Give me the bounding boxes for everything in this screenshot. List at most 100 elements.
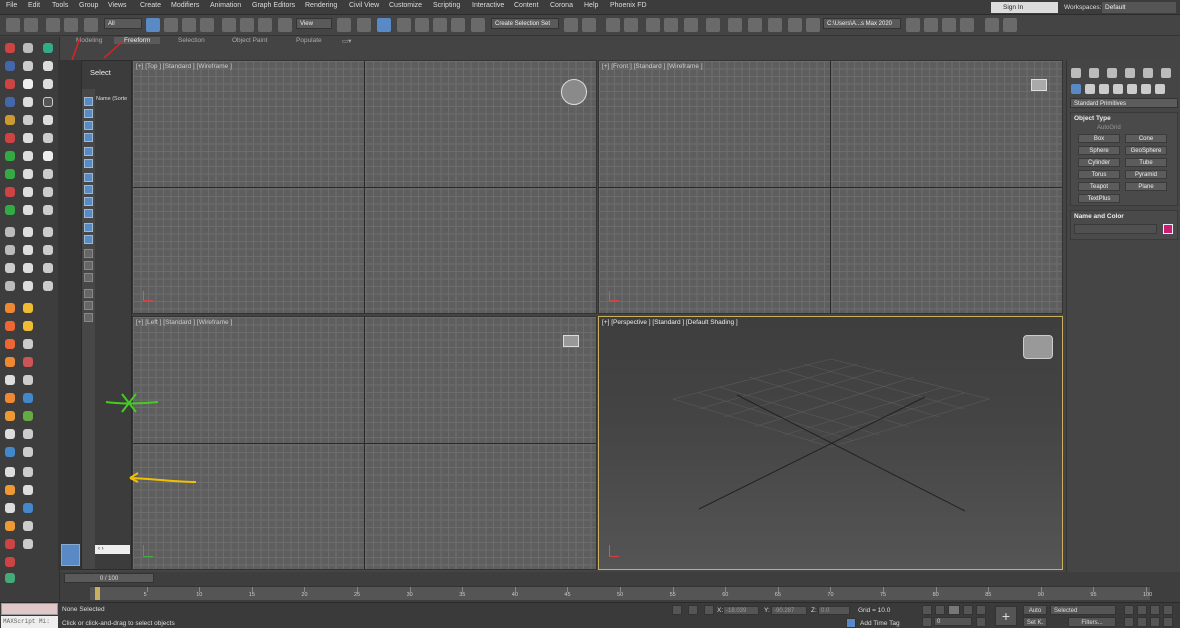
menu-rendering[interactable]: Rendering <box>305 2 337 9</box>
mirror-icon[interactable] <box>564 18 578 32</box>
custom-tool-icon[interactable] <box>5 375 15 385</box>
unlink-icon[interactable] <box>64 18 78 32</box>
menu-interactive[interactable]: Interactive <box>472 2 504 9</box>
rectangular-selection-icon[interactable] <box>182 18 196 32</box>
custom-tool-icon[interactable] <box>23 429 33 439</box>
viewport-left-label[interactable]: [+] [Left ] [Standard ] [Wireframe ] <box>136 319 232 326</box>
custom-tool-icon[interactable] <box>43 205 53 215</box>
a360-gallery-icon[interactable] <box>806 18 820 32</box>
custom-tool-icon[interactable] <box>5 133 15 143</box>
custom-tool-icon[interactable] <box>43 133 53 143</box>
filter-invert-icon[interactable] <box>84 273 93 282</box>
set-key-icon[interactable]: + <box>995 606 1017 626</box>
object-name-field[interactable] <box>1074 224 1157 234</box>
viewport-front[interactable]: [+] [Front ] [Standard ] [Wireframe ] <box>598 60 1063 314</box>
menu-corona[interactable]: Corona <box>550 2 573 9</box>
custom-tool-icon[interactable] <box>23 61 33 71</box>
viewport-top[interactable]: [+] [Top ] [Standard ] [Wireframe ] <box>132 60 597 314</box>
custom-tool-icon[interactable] <box>23 539 33 549</box>
phoenix-liquid-icon[interactable] <box>1003 18 1017 32</box>
sphere-button[interactable]: Sphere <box>1078 146 1120 155</box>
rendered-frame-window-icon[interactable] <box>748 18 762 32</box>
selection-filter-dropdown[interactable]: All <box>104 18 142 29</box>
custom-tool-icon[interactable] <box>43 61 53 71</box>
menu-help[interactable]: Help <box>584 2 598 9</box>
maxscript-mini-listener[interactable]: MAXScript Mi: <box>1 616 58 628</box>
custom-tool-icon[interactable] <box>5 115 15 125</box>
cylinder-button[interactable]: Cylinder <box>1078 158 1120 167</box>
menu-tools[interactable]: Tools <box>52 2 68 9</box>
scene-search-field[interactable]: ‹ › <box>95 545 130 554</box>
custom-tool-icon[interactable] <box>23 97 33 107</box>
utilities-tab-icon[interactable] <box>1161 68 1171 78</box>
custom-tool-icon[interactable] <box>43 115 53 125</box>
project-folder-dropdown[interactable]: C:\Users\A...s Max 2020 <box>823 18 901 29</box>
custom-tool-icon[interactable] <box>23 151 33 161</box>
toggle-ribbon-icon[interactable] <box>646 18 660 32</box>
undo-icon[interactable] <box>6 18 20 32</box>
hierarchy-tab-icon[interactable] <box>1107 68 1117 78</box>
custom-tool-icon[interactable] <box>23 375 33 385</box>
custom-tool-icon[interactable] <box>23 411 33 421</box>
space-warps-icon[interactable] <box>1141 84 1151 94</box>
viewport-layout-icon[interactable] <box>61 544 80 566</box>
pivot-icon[interactable] <box>337 18 351 32</box>
funnel-icon[interactable] <box>84 289 93 298</box>
zoom-extents-all-icon[interactable] <box>1163 605 1173 615</box>
custom-tool-icon[interactable] <box>5 321 15 331</box>
custom-tool-icon[interactable] <box>23 339 33 349</box>
field-of-view-icon[interactable] <box>1124 617 1134 627</box>
custom-tool-icon[interactable] <box>5 357 15 367</box>
custom-tool-icon[interactable] <box>23 393 33 403</box>
filter-space-warps-icon[interactable] <box>84 159 93 168</box>
geometry-icon[interactable] <box>1071 84 1081 94</box>
layer-explorer-icon[interactable] <box>624 18 638 32</box>
select-by-name-icon[interactable] <box>164 18 178 32</box>
current-frame-field[interactable]: 0 <box>934 617 972 626</box>
custom-tool-icon[interactable] <box>5 187 15 197</box>
viewcube-icon[interactable] <box>563 335 579 347</box>
custom-tool-icon[interactable] <box>23 303 33 313</box>
viewport-top-label[interactable]: [+] [Top ] [Standard ] [Wireframe ] <box>136 63 232 70</box>
custom-tool-icon[interactable] <box>23 227 33 237</box>
time-slider[interactable]: 0 / 100 <box>64 573 154 583</box>
previous-frame-icon[interactable] <box>935 605 945 615</box>
geosphere-button[interactable]: GeoSphere <box>1125 146 1167 155</box>
name-and-color-title[interactable]: Name and Color <box>1074 213 1124 220</box>
autogrid-checkbox[interactable]: AutoGrid <box>1097 125 1121 131</box>
play-icon[interactable] <box>948 605 960 615</box>
custom-tool-icon[interactable] <box>23 169 33 179</box>
textplus-button[interactable]: TextPlus <box>1078 194 1120 203</box>
rotate-icon[interactable] <box>240 18 254 32</box>
spinner-snap-icon[interactable] <box>451 18 465 32</box>
filter-frozen-icon[interactable] <box>84 223 93 232</box>
custom-tool-icon[interactable] <box>5 539 15 549</box>
object-type-title[interactable]: Object Type <box>1074 115 1111 122</box>
custom-tool-icon[interactable] <box>23 263 33 273</box>
pyramid-button[interactable]: Pyramid <box>1125 170 1167 179</box>
scale-icon[interactable] <box>258 18 272 32</box>
maximize-viewport-icon[interactable] <box>1163 617 1173 627</box>
key-filter-dropdown[interactable]: Selected <box>1050 605 1116 615</box>
custom-tool-icon[interactable] <box>43 43 53 53</box>
filter-none-icon[interactable] <box>84 261 93 270</box>
custom-tool-icon[interactable] <box>43 169 53 179</box>
orbit-icon[interactable] <box>1150 617 1160 627</box>
shapes-icon[interactable] <box>1085 84 1095 94</box>
custom-tool-icon[interactable] <box>5 245 15 255</box>
custom-tool-icon[interactable] <box>23 321 33 331</box>
custom-tool-icon[interactable] <box>23 503 33 513</box>
custom-tool-icon[interactable] <box>5 557 15 567</box>
named-selection-set-dropdown[interactable]: Create Selection Set <box>491 18 559 29</box>
place-icon[interactable] <box>278 18 292 32</box>
custom-tool-icon[interactable] <box>5 467 15 477</box>
custom-tool-icon[interactable] <box>43 97 53 107</box>
redo-icon[interactable] <box>24 18 38 32</box>
menu-customize[interactable]: Customize <box>389 2 422 9</box>
ribbon-options-icon[interactable]: ▭▾ <box>342 37 351 45</box>
time-tag-icon[interactable] <box>846 618 856 628</box>
custom-tool-icon[interactable] <box>23 357 33 367</box>
x-coordinate-field[interactable]: -18.039 <box>723 606 759 615</box>
z-coordinate-field[interactable]: 0.0 <box>818 606 850 615</box>
filter-containers-icon[interactable] <box>84 209 93 218</box>
